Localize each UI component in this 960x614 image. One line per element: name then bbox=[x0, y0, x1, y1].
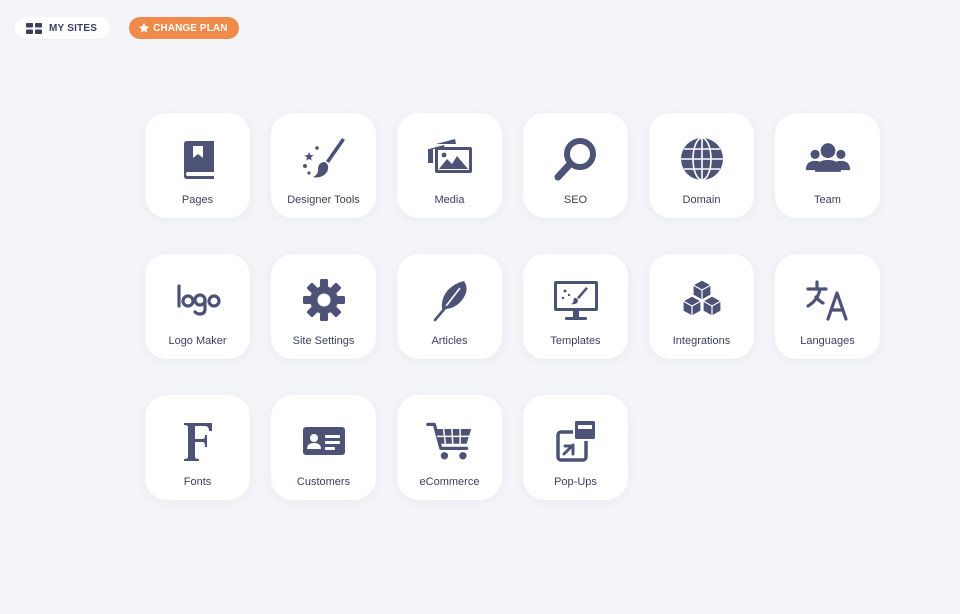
tile-articles[interactable]: Articles bbox=[397, 254, 502, 359]
book-icon bbox=[174, 135, 222, 183]
tile-label: Pages bbox=[181, 194, 214, 206]
tile-designer-tools[interactable]: Designer Tools bbox=[271, 113, 376, 218]
tile-fonts[interactable]: Fonts bbox=[145, 395, 250, 500]
my-sites-button[interactable]: MY SITES bbox=[15, 17, 111, 39]
tile-label: eCommerce bbox=[419, 476, 480, 488]
cubes-icon bbox=[678, 276, 726, 324]
tile-pages[interactable]: Pages bbox=[145, 113, 250, 218]
tile-site-settings[interactable]: Site Settings bbox=[271, 254, 376, 359]
tile-label: Languages bbox=[800, 335, 855, 347]
images-icon bbox=[426, 135, 474, 183]
tile-label: Templates bbox=[550, 335, 601, 347]
tools-grid: Pages Designer Tools Media SEO Domain Te… bbox=[145, 113, 880, 500]
tile-customers[interactable]: Customers bbox=[271, 395, 376, 500]
tile-languages[interactable]: Languages bbox=[775, 254, 880, 359]
star-icon bbox=[138, 22, 150, 34]
tile-team[interactable]: Team bbox=[775, 113, 880, 218]
tile-seo[interactable]: SEO bbox=[523, 113, 628, 218]
paintbrush-icon bbox=[300, 135, 348, 183]
cart-icon bbox=[425, 417, 474, 465]
tile-pop-ups[interactable]: Pop-Ups bbox=[523, 395, 628, 500]
popup-icon bbox=[552, 417, 600, 465]
font-icon bbox=[174, 417, 222, 465]
tile-label: Fonts bbox=[183, 476, 212, 488]
tile-media[interactable]: Media bbox=[397, 113, 502, 218]
search-icon bbox=[552, 135, 600, 183]
tile-integrations[interactable]: Integrations bbox=[649, 254, 754, 359]
change-plan-label: CHANGE PLAN bbox=[153, 22, 228, 34]
id-card-icon bbox=[300, 417, 348, 465]
grid-icon bbox=[26, 22, 42, 34]
change-plan-button[interactable]: CHANGE PLAN bbox=[129, 17, 239, 39]
tile-label: Team bbox=[814, 194, 841, 206]
monitor-icon bbox=[552, 276, 600, 324]
tile-label: Logo Maker bbox=[168, 335, 227, 347]
users-icon bbox=[804, 135, 852, 183]
globe-icon bbox=[678, 135, 726, 183]
my-sites-label: MY SITES bbox=[49, 22, 98, 34]
tile-label: Customers bbox=[296, 476, 351, 488]
tile-label: SEO bbox=[563, 194, 588, 206]
tile-label: Integrations bbox=[672, 335, 731, 347]
tile-ecommerce[interactable]: eCommerce bbox=[397, 395, 502, 500]
tile-label: Pop-Ups bbox=[554, 476, 597, 488]
tile-logo-maker[interactable]: Logo Maker bbox=[145, 254, 250, 359]
tile-label: Designer Tools bbox=[287, 194, 360, 206]
tile-label: Articles bbox=[431, 335, 468, 347]
tile-label: Domain bbox=[682, 194, 721, 206]
tile-templates[interactable]: Templates bbox=[523, 254, 628, 359]
translate-icon bbox=[804, 276, 852, 324]
top-bar: MY SITES CHANGE PLAN bbox=[15, 17, 239, 39]
feather-icon bbox=[426, 276, 474, 324]
gear-icon bbox=[300, 276, 348, 324]
tile-label: Media bbox=[434, 194, 465, 206]
logo-icon bbox=[174, 276, 222, 324]
tile-domain[interactable]: Domain bbox=[649, 113, 754, 218]
tile-label: Site Settings bbox=[292, 335, 355, 347]
